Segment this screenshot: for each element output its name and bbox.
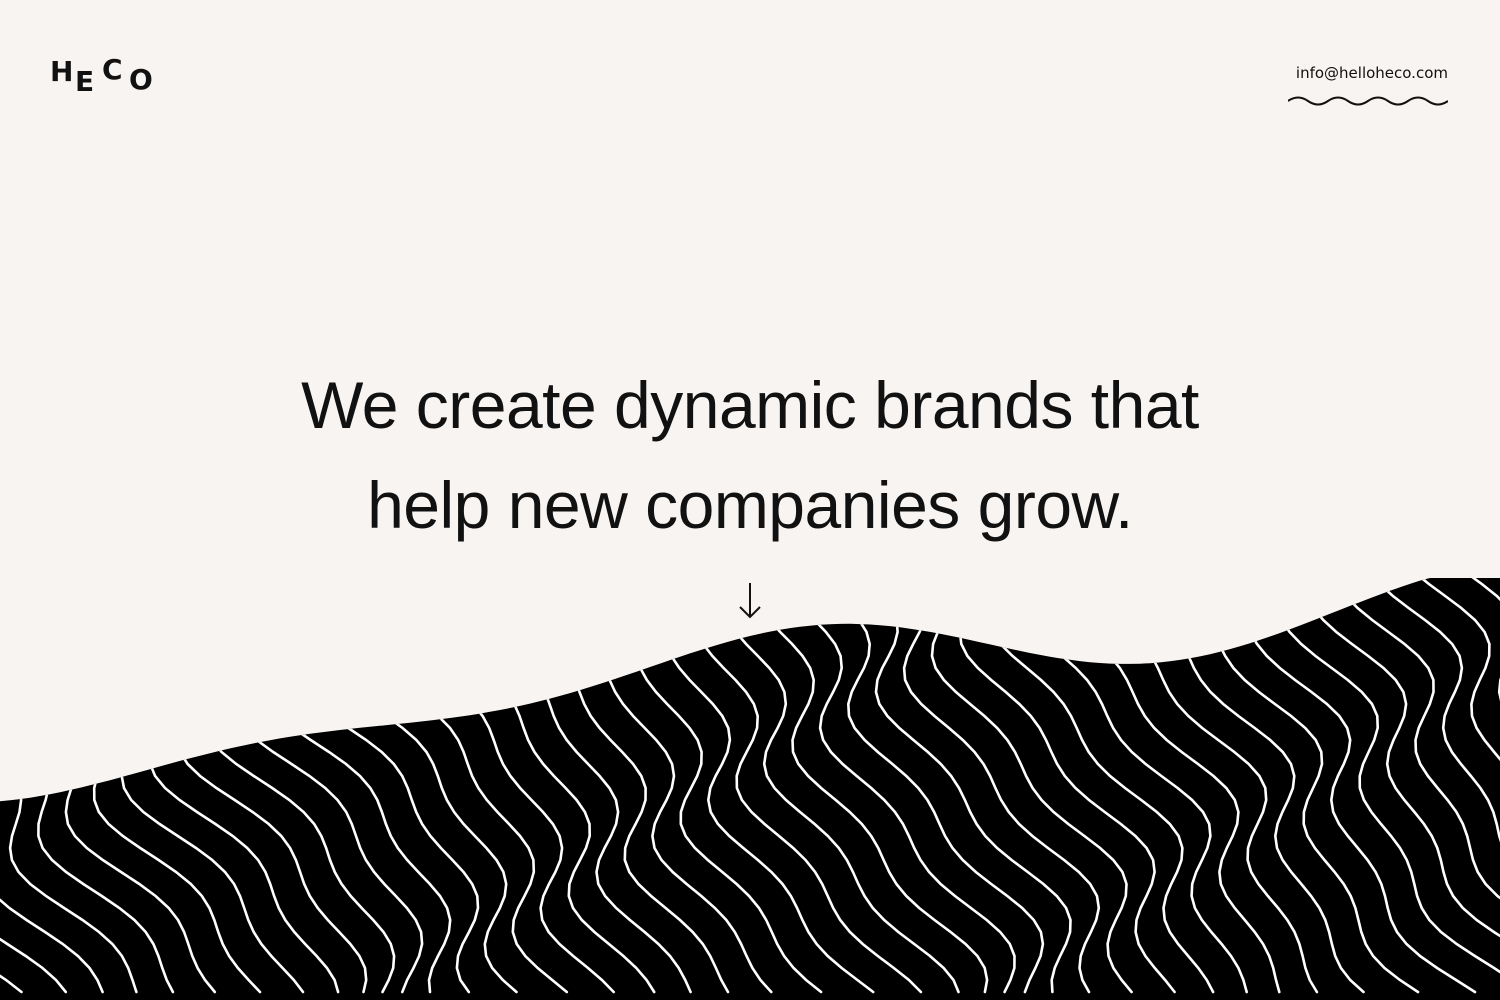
email-label: info@helloheco.com: [1295, 64, 1448, 82]
logo-letter-h: H: [50, 55, 74, 88]
wave-terrain-illustration: [0, 578, 1500, 1000]
email-link[interactable]: info@helloheco.com: [1286, 63, 1448, 108]
hero-headline-line-2: help new companies grow.: [367, 468, 1133, 542]
logo[interactable]: H E C O: [50, 56, 160, 102]
logo-letter-c: C: [102, 53, 123, 86]
logo-letter-o: O: [129, 63, 153, 96]
squiggle-underline-icon: [1288, 96, 1448, 106]
hero: We create dynamic brands that help new c…: [200, 355, 1300, 555]
logo-letter-e: E: [75, 65, 95, 98]
hero-headline-line-1: We create dynamic brands that: [301, 368, 1199, 442]
